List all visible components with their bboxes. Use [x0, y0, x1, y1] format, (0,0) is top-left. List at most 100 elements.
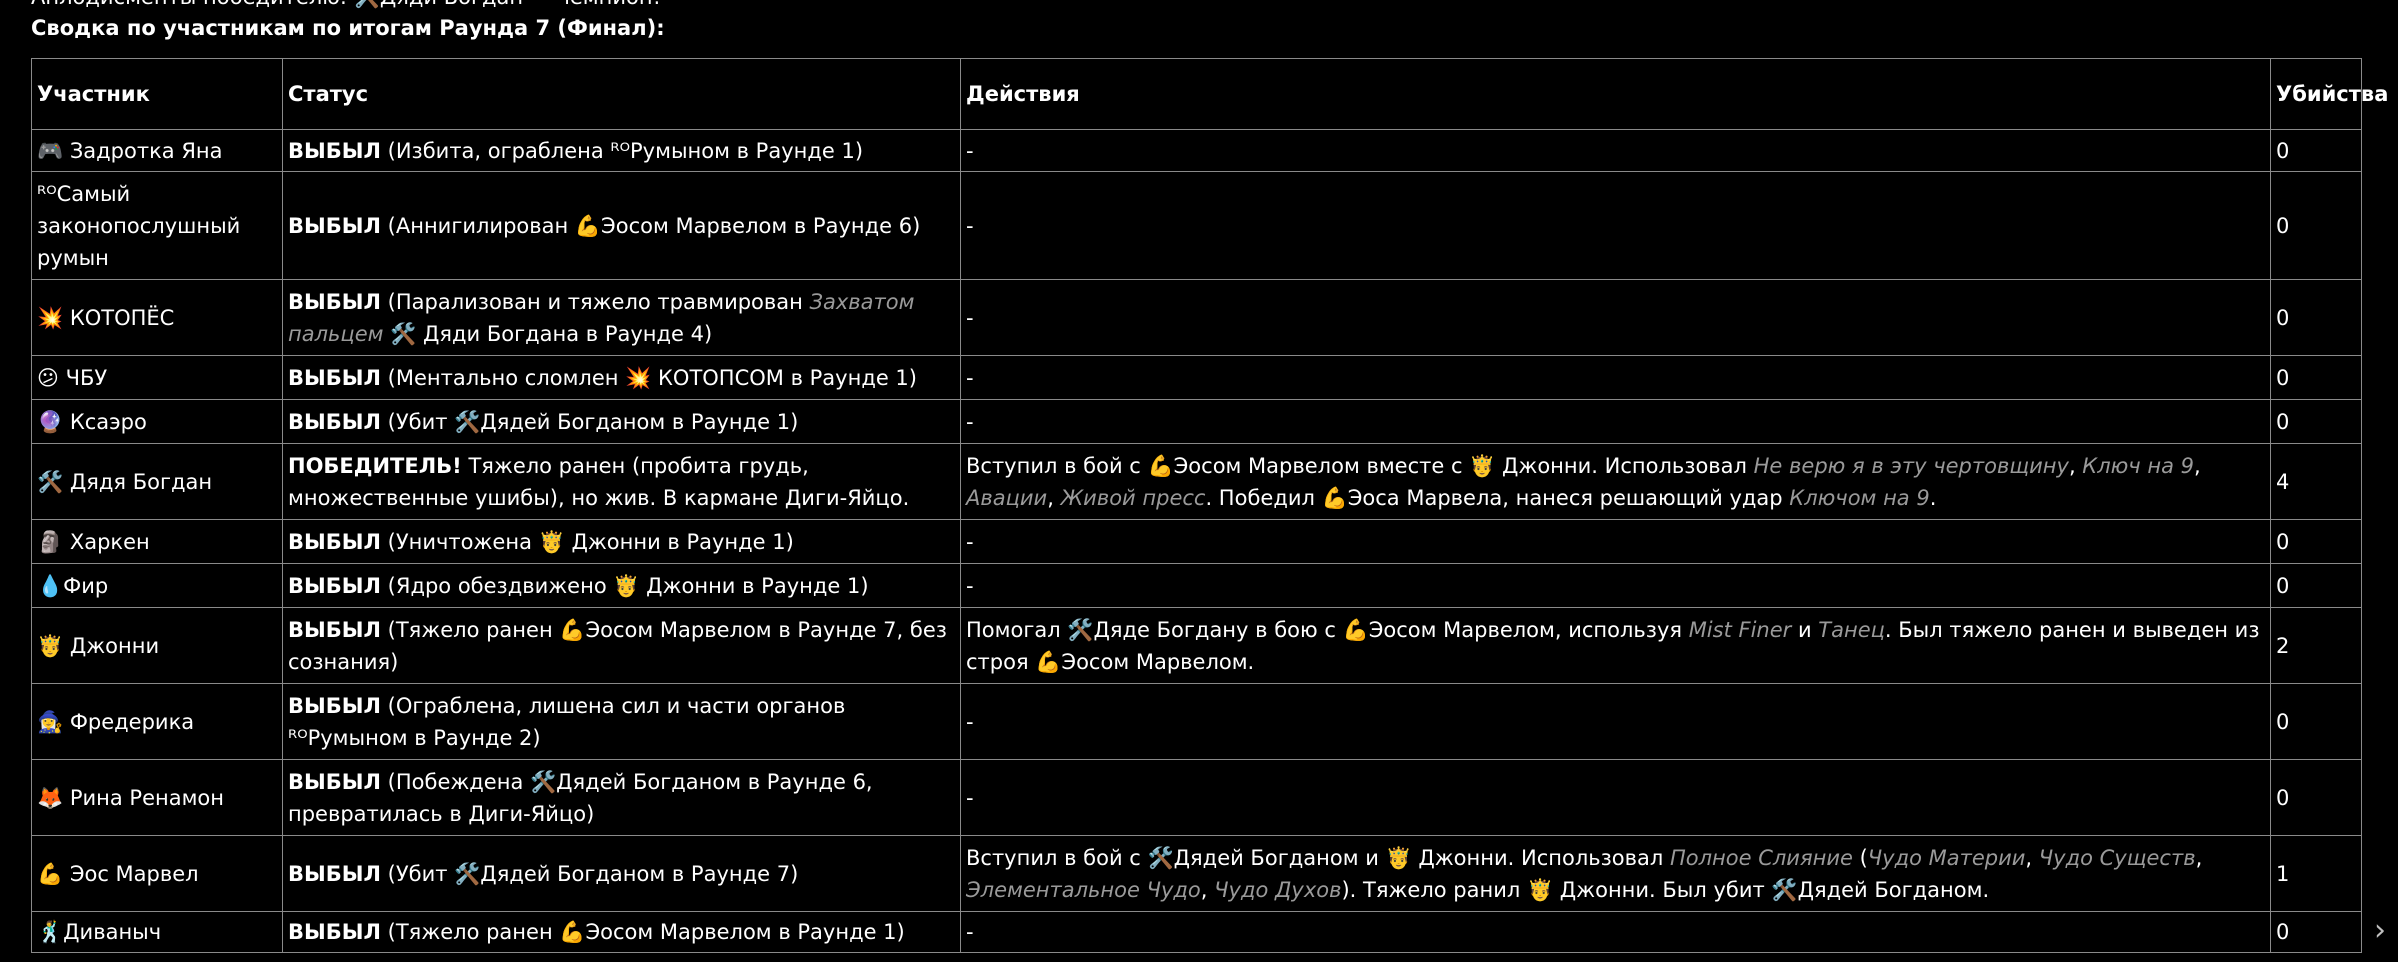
column-header-actions: Действия — [960, 58, 2271, 130]
actions-cell: - — [960, 911, 2271, 953]
participant-name-cell: 😕 ЧБУ — [31, 355, 283, 400]
status-label: ПОБЕДИТЕЛЬ! — [288, 453, 462, 478]
table-row: 😕 ЧБУ ВЫБЫЛ (Ментально сломлен 💥 КОТОПСОМ… — [31, 355, 2362, 400]
actions-cell: Вступил в бой с 🛠️Дядей Богданом и 🤴 Джо… — [960, 835, 2271, 912]
status-cell: ВЫБЫЛ (Тяжело ранен 💪Эосом Марвелом в Ра… — [282, 607, 961, 684]
kills-cell: 0 — [2270, 683, 2362, 760]
actions-cell: - — [960, 563, 2271, 608]
column-header-kills: Убийства — [2270, 58, 2388, 130]
cell-text: - — [966, 213, 974, 238]
kills-cell: 2 — [2270, 607, 2362, 684]
cell-text: - — [966, 365, 974, 390]
status-cell: ВЫБЫЛ (Ограблена, лишена сил и части орг… — [282, 683, 961, 760]
participant-name-cell: 💧Фир — [31, 563, 283, 608]
ability-name: Не верю я в эту чертовщину — [1753, 453, 2069, 478]
cell-text: , — [1200, 877, 1215, 902]
cell-text: . Победил 💪Эоса Марвела, нанеся решающий… — [1205, 485, 1790, 510]
table-row: 🤴 Джонни ВЫБЫЛ (Тяжело ранен 💪Эосом Марве… — [31, 607, 2362, 684]
status-cell: ВЫБЫЛ (Ядро обездвижено 🤴 Джонни в Раунд… — [282, 563, 961, 608]
actions-cell: Вступил в бой с 💪Эосом Марвелом вместе с… — [960, 443, 2271, 520]
cell-text: , — [1047, 485, 1061, 510]
cell-text: - — [966, 573, 974, 598]
table-row: ᴿᴼСамый законопослушный румын ВЫБЫЛ (Анни… — [31, 171, 2362, 280]
status-cell: ВЫБЫЛ (Побеждена 🛠️Дядей Богданом в Раун… — [282, 759, 961, 836]
status-label: ВЫБЫЛ — [288, 213, 381, 238]
table-row: 💥 КОТОПЁС ВЫБЫЛ (Парализован и тяжело тра… — [31, 279, 2362, 356]
cell-text: (Уничтожена 🤴 Джонни в Раунде 1) — [380, 529, 794, 554]
cell-text: Вступил в бой с 🛠️Дядей Богданом и 🤴 Джо… — [966, 845, 1670, 870]
cell-text: (Убит 🛠️Дядей Богданом в Раунде 7) — [380, 861, 799, 886]
status-label: ВЫБЫЛ — [288, 769, 381, 794]
actions-cell: - — [960, 171, 2271, 280]
cell-text: (Аннигилирован 💪Эосом Марвелом в Раунде … — [380, 213, 921, 238]
participant-name-cell: 🛠️ Дядя Богдан — [31, 443, 283, 520]
actions-cell: - — [960, 279, 2271, 356]
ability-name: Живой пресс — [1060, 485, 1206, 510]
ability-name: Ключ на 9 — [2082, 453, 2195, 478]
cell-text: (Избита, ограблена ᴿᴼРумыном в Раунде 1) — [380, 138, 864, 163]
cell-text: , — [2195, 845, 2203, 870]
participant-name-cell: 💪 Эос Марвел — [31, 835, 283, 912]
table-body: 🎮 Задротка Яна ВЫБЫЛ (Избита, ограблена ᴿ… — [31, 129, 2362, 953]
kills-cell: 0 — [2270, 519, 2362, 564]
participants-table: Участник Статус Действия Убийства 🎮 Задр… — [31, 58, 2388, 953]
cell-text: (Тяжело ранен 💪Эосом Марвелом в Раунде 7… — [288, 617, 947, 674]
table-row: 🦊 Рина Ренамон ВЫБЫЛ (Побеждена 🛠️Дядей Б… — [31, 759, 2362, 836]
status-label: ВЫБЫЛ — [288, 365, 381, 390]
status-label: ВЫБЫЛ — [288, 693, 381, 718]
cell-text: (Тяжело ранен 💪Эосом Марвелом в Раунде 1… — [380, 920, 905, 944]
actions-cell: - — [960, 759, 2271, 836]
actions-cell: - — [960, 129, 2271, 172]
actions-cell: - — [960, 399, 2271, 444]
ability-name: Танец — [1818, 617, 1885, 642]
table-row: 💧Фир ВЫБЫЛ (Ядро обездвижено 🤴 Джонни в Р… — [31, 563, 2362, 608]
cell-text: , — [2068, 453, 2083, 478]
kills-cell: 1 — [2270, 835, 2362, 912]
participant-name-cell: 🧙‍♀️ Фредерика — [31, 683, 283, 760]
status-cell: ВЫБЫЛ (Тяжело ранен 💪Эосом Марвелом в Ра… — [282, 911, 961, 953]
kills-cell: 0 — [2270, 399, 2362, 444]
kills-cell: 0 — [2270, 279, 2362, 356]
participant-name-cell: ᴿᴼСамый законопослушный румын — [31, 171, 283, 280]
ability-name: Полное Слияние — [1669, 845, 1853, 870]
table-header-row: Участник Статус Действия Убийства — [31, 58, 2388, 130]
status-label: ВЫБЫЛ — [288, 138, 381, 163]
ability-name: Чудо Существ — [2038, 845, 2196, 870]
previous-line-text: Аплодисменты победителю: 🛠️Дяди Богдан —… — [31, 0, 661, 8]
cell-text: ). Тяжело ранил 🤴 Джонни. Был убит 🛠️Дяд… — [1341, 877, 1990, 902]
column-header-status: Статус — [282, 58, 961, 130]
kills-cell: 0 — [2270, 355, 2362, 400]
participant-name-cell: 🎮 Задротка Яна — [31, 129, 283, 172]
cell-text: , — [2194, 453, 2201, 478]
status-cell: ВЫБЫЛ (Убит 🛠️Дядей Богданом в Раунде 1) — [282, 399, 961, 444]
kills-cell: 0 — [2270, 759, 2362, 836]
table-row: 🔮 Ксаэро ВЫБЫЛ (Убит 🛠️Дядей Богданом в Р… — [31, 399, 2362, 444]
status-label: ВЫБЫЛ — [288, 289, 381, 314]
table-row: 🛠️ Дядя Богдан ПОБЕДИТЕЛЬ! Тяжело ранен (… — [31, 443, 2362, 520]
cell-text: - — [966, 138, 974, 163]
ability-name: Чудо Духов — [1214, 877, 1342, 902]
ability-name: Mist Finer — [1688, 617, 1792, 642]
participant-name-cell: 💥 КОТОПЁС — [31, 279, 283, 356]
status-cell: ПОБЕДИТЕЛЬ! Тяжело ранен (пробита грудь,… — [282, 443, 961, 520]
ability-name: Ключом на 9 — [1789, 485, 1930, 510]
ability-name: Чудо Материи — [1867, 845, 2026, 870]
ability-name: Авации — [966, 485, 1048, 510]
table-row: 🧙‍♀️ Фредерика ВЫБЫЛ (Ограблена, лишена с… — [31, 683, 2362, 760]
cell-text: (Парализован и тяжело травмирован — [380, 289, 810, 314]
actions-cell: - — [960, 519, 2271, 564]
status-label: ВЫБЫЛ — [288, 920, 381, 944]
table-row: 🕺Диваныч ВЫБЫЛ (Тяжело ранен 💪Эосом Марве… — [31, 911, 2362, 953]
status-label: ВЫБЫЛ — [288, 529, 381, 554]
status-cell: ВЫБЫЛ (Убит 🛠️Дядей Богданом в Раунде 7) — [282, 835, 961, 912]
table-row: 🗿 Харкен ВЫБЫЛ (Уничтожена 🤴 Джонни в Рау… — [31, 519, 2362, 564]
cell-text: - — [966, 709, 974, 734]
kills-cell: 0 — [2270, 911, 2362, 953]
cell-text: - — [966, 409, 974, 434]
table-row: 🎮 Задротка Яна ВЫБЫЛ (Избита, ограблена ᴿ… — [31, 129, 2362, 172]
kills-cell: 0 — [2270, 563, 2362, 608]
cell-text: Вступил в бой с 💪Эосом Марвелом вместе с… — [966, 453, 1754, 478]
status-label: ВЫБЫЛ — [288, 861, 381, 886]
chevron-right-icon[interactable]: › — [2374, 914, 2396, 948]
actions-cell: - — [960, 683, 2271, 760]
